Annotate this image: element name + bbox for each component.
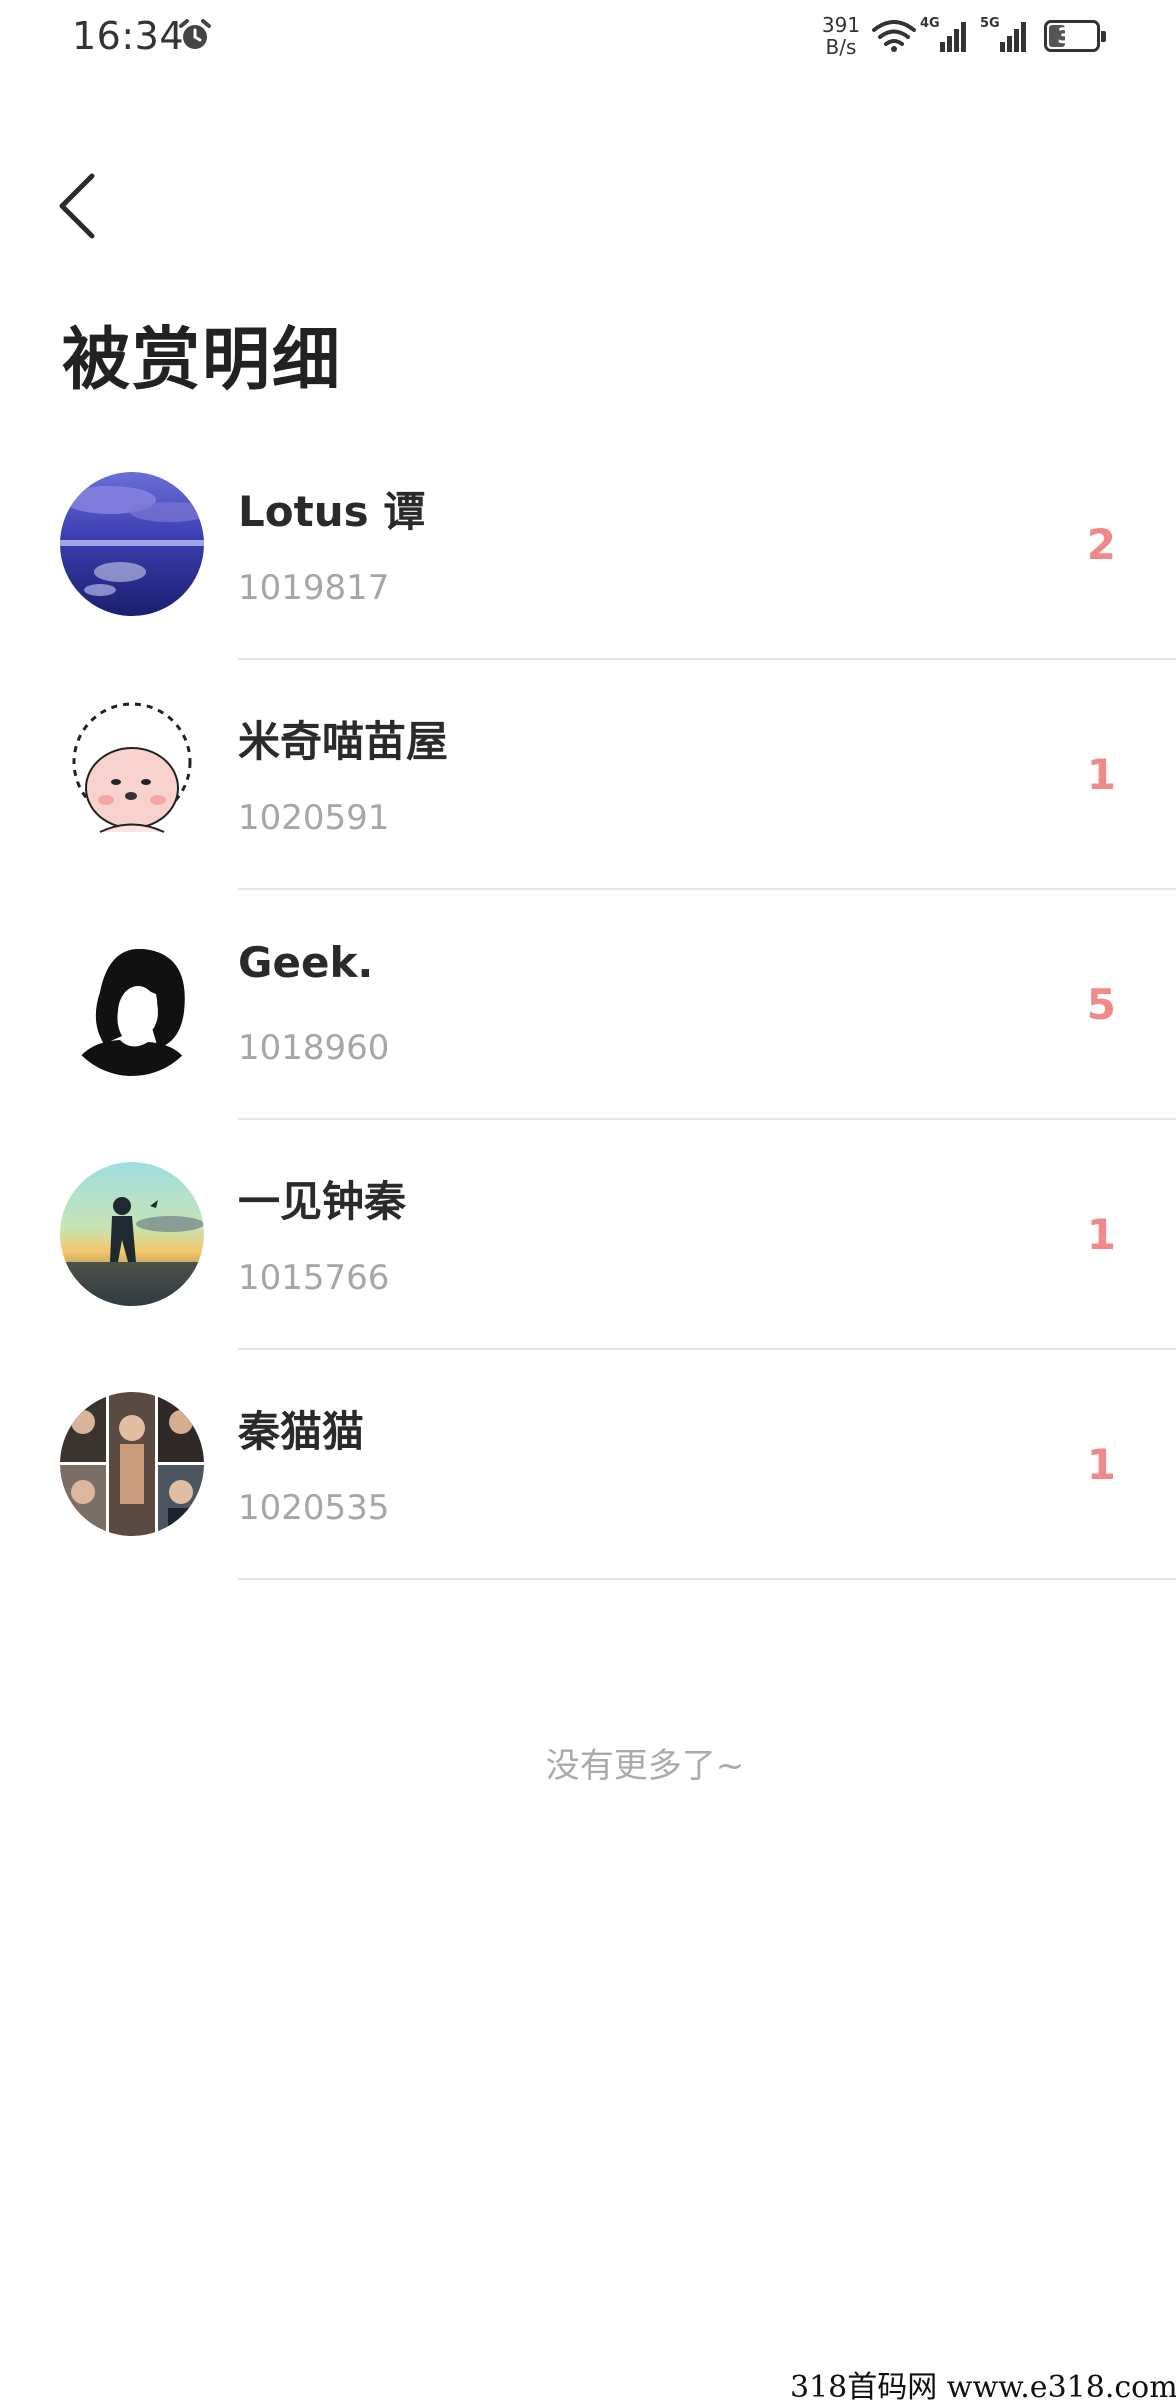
status-time: 16:34	[72, 14, 185, 58]
user-name: 秦猫猫	[238, 1407, 365, 1456]
alarm-icon	[179, 19, 211, 49]
avatar	[60, 1162, 204, 1306]
user-id: 1020591	[238, 798, 390, 838]
list-item[interactable]: 秦猫猫 1020535 1	[0, 1350, 1176, 1580]
reward-count: 5	[1086, 980, 1116, 1029]
avatar	[60, 472, 204, 616]
page-title: 被赏明细	[62, 321, 343, 400]
signal-5g-icon: 5G	[980, 16, 1030, 54]
divider	[238, 1578, 1176, 1580]
reward-count: 2	[1086, 520, 1116, 569]
user-id: 1015766	[238, 1258, 390, 1298]
back-button[interactable]	[48, 164, 112, 248]
chevron-left-icon	[59, 173, 95, 239]
battery-nub	[1101, 31, 1106, 42]
watermark: 318首码网 www.e318.com	[790, 2370, 1176, 2400]
network-speed: 391 B/s	[821, 13, 861, 59]
reward-count: 1	[1086, 1210, 1116, 1259]
user-name: 米奇喵苗屋	[238, 717, 449, 766]
end-of-list-text: 没有更多了~	[545, 1746, 745, 1786]
avatar	[60, 1392, 204, 1536]
user-id: 1019817	[238, 568, 390, 608]
avatar	[60, 702, 204, 846]
reward-count: 1	[1086, 750, 1116, 799]
signal-4g-icon: 4G	[920, 16, 970, 54]
list-item[interactable]: Geek. 1018960 5	[0, 890, 1176, 1120]
user-name: Lotus 谭	[238, 487, 426, 536]
list-item[interactable]: 米奇喵苗屋 1020591 1	[0, 660, 1176, 890]
user-id: 1020535	[238, 1488, 390, 1528]
status-bar: 16:34 391 B/s 4G 5G 34	[0, 0, 1176, 72]
avatar	[60, 932, 204, 1076]
user-name: Geek.	[238, 938, 374, 987]
battery-icon: 34	[1044, 20, 1106, 52]
user-id: 1018960	[238, 1028, 390, 1068]
user-name: 一见钟秦	[238, 1177, 407, 1226]
list-item[interactable]: 一见钟秦 1015766 1	[0, 1120, 1176, 1350]
battery-level: 34	[1057, 24, 1087, 48]
reward-list: Lotus 谭 1019817 2 米奇喵苗屋 1020591 1 Geek. …	[0, 430, 1176, 1580]
reward-count: 1	[1086, 1440, 1116, 1489]
list-item[interactable]: Lotus 谭 1019817 2	[0, 430, 1176, 660]
wifi-icon	[872, 20, 916, 52]
